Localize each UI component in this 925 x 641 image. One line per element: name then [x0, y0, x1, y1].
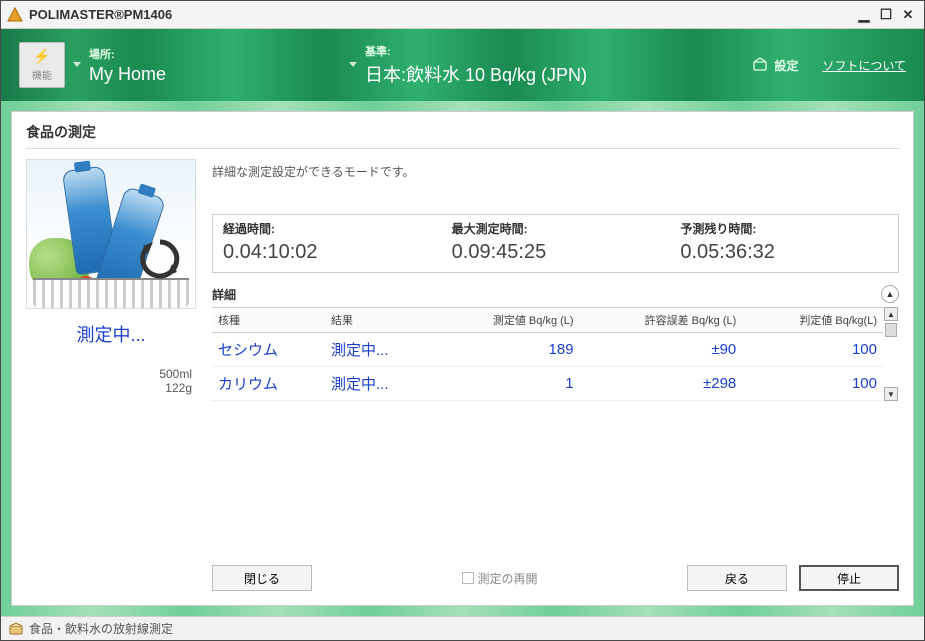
- remaining-time-value: 0.05:36:32: [680, 241, 888, 264]
- work-area: 食品の測定: [1, 101, 924, 616]
- resume-checkbox[interactable]: 測定の再開: [462, 570, 538, 587]
- sample-weight: 122g: [26, 381, 192, 395]
- minimize-button[interactable]: ▁: [854, 7, 874, 23]
- max-time-value: 0.09:45:25: [452, 241, 660, 264]
- close-window-button[interactable]: ✕: [898, 7, 918, 23]
- close-button[interactable]: 閉じる: [212, 565, 312, 591]
- col-result[interactable]: 結果: [325, 308, 434, 333]
- cell-result: 測定中...: [325, 333, 434, 367]
- function-label: 機能: [32, 67, 52, 82]
- sample-image: [26, 159, 196, 309]
- statusbar: 食品・飲料水の放射線測定: [1, 616, 924, 640]
- col-nuclide[interactable]: 核種: [212, 308, 325, 333]
- details-scrollbar[interactable]: ▲ ▼: [883, 307, 899, 401]
- about-link[interactable]: ソフトについて: [822, 57, 906, 74]
- cell-tolerance: ±90: [580, 333, 743, 367]
- stop-button[interactable]: 停止: [799, 565, 899, 591]
- standard-dropdown-icon[interactable]: [349, 62, 357, 67]
- panel-footer: 閉じる 測定の再開 戻る 停止: [212, 551, 899, 591]
- function-dropdown-icon[interactable]: [73, 62, 81, 67]
- cell-tolerance: ±298: [580, 367, 743, 401]
- measurement-panel: 食品の測定: [11, 111, 914, 606]
- cell-nuclide: カリウム: [212, 367, 325, 401]
- time-readout: 経過時間: 0.04:10:02 最大測定時間: 0.09:45:25 予測残り…: [212, 214, 899, 273]
- function-button[interactable]: ⚡ 機能: [19, 42, 65, 88]
- elapsed-time-value: 0.04:10:02: [223, 241, 431, 264]
- cell-nuclide: セシウム: [212, 333, 325, 367]
- standard-value: 日本:飲料水 10 Bq/kg (JPN): [365, 61, 645, 87]
- mode-description: 詳細な測定設定ができるモードです。: [212, 163, 899, 180]
- col-threshold[interactable]: 判定値 Bq/kg(L): [742, 308, 883, 333]
- cell-threshold: 100: [742, 333, 883, 367]
- statusbar-text: 食品・飲料水の放射線測定: [29, 620, 173, 637]
- settings-button[interactable]: 設定: [752, 57, 798, 74]
- scroll-thumb[interactable]: [885, 323, 897, 337]
- cell-result: 測定中...: [325, 367, 434, 401]
- resume-label: 測定の再開: [478, 570, 538, 587]
- cell-threshold: 100: [742, 367, 883, 401]
- col-measured[interactable]: 測定値 Bq/kg (L): [434, 308, 579, 333]
- header-band: ⚡ 機能 場所: My Home 基準: 日本:飲料水 10 Bq/kg (JP…: [1, 29, 924, 101]
- titlebar: POLIMASTER®PM1406 ▁ ☐ ✕: [1, 1, 924, 29]
- details-table: 核種 結果 測定値 Bq/kg (L) 許容誤差 Bq/kg (L) 判定値 B…: [212, 307, 883, 401]
- location-selector[interactable]: 場所: My Home: [89, 46, 309, 85]
- details-column: 詳細な測定設定ができるモードです。 経過時間: 0.04:10:02 最大測定時…: [212, 159, 899, 591]
- standard-selector[interactable]: 基準: 日本:飲料水 10 Bq/kg (JPN): [365, 43, 645, 87]
- table-row[interactable]: カリウム 測定中... 1 ±298 100: [212, 367, 883, 401]
- col-tolerance[interactable]: 許容誤差 Bq/kg (L): [580, 308, 743, 333]
- bolt-icon: ⚡: [33, 48, 50, 65]
- table-row[interactable]: セシウム 測定中... 189 ±90 100: [212, 333, 883, 367]
- checkbox-icon: [462, 572, 474, 584]
- maximize-button[interactable]: ☐: [876, 7, 896, 23]
- refresh-icon: [135, 234, 185, 284]
- location-label: 場所:: [89, 46, 309, 62]
- scroll-down-icon[interactable]: ▼: [884, 387, 898, 401]
- scroll-up-icon[interactable]: ▲: [884, 307, 898, 321]
- sample-volume: 500ml: [26, 367, 192, 381]
- window-title: POLIMASTER®PM1406: [29, 7, 172, 22]
- app-window: POLIMASTER®PM1406 ▁ ☐ ✕ ⚡ 機能 場所: My Home…: [0, 0, 925, 641]
- sample-meta: 500ml 122g: [26, 367, 196, 395]
- standard-label: 基準:: [365, 43, 645, 59]
- status-icon: [9, 622, 23, 636]
- details-label: 詳細: [212, 286, 236, 303]
- elapsed-time-label: 経過時間:: [223, 220, 431, 237]
- settings-label: 設定: [774, 57, 798, 74]
- gear-icon: [752, 57, 768, 73]
- window-controls: ▁ ☐ ✕: [854, 7, 918, 23]
- back-button[interactable]: 戻る: [687, 565, 787, 591]
- panel-title: 食品の測定: [26, 122, 899, 142]
- sample-column: 測定中... 500ml 122g: [26, 159, 196, 591]
- remaining-time-label: 予測残り時間:: [680, 220, 888, 237]
- measurement-status: 測定中...: [76, 321, 145, 347]
- divider: [26, 148, 899, 149]
- cell-measured: 189: [434, 333, 579, 367]
- cell-measured: 1: [434, 367, 579, 401]
- max-time-label: 最大測定時間:: [452, 220, 660, 237]
- app-logo-icon: [7, 7, 23, 23]
- collapse-button[interactable]: ▲: [881, 285, 899, 303]
- location-value: My Home: [89, 64, 309, 85]
